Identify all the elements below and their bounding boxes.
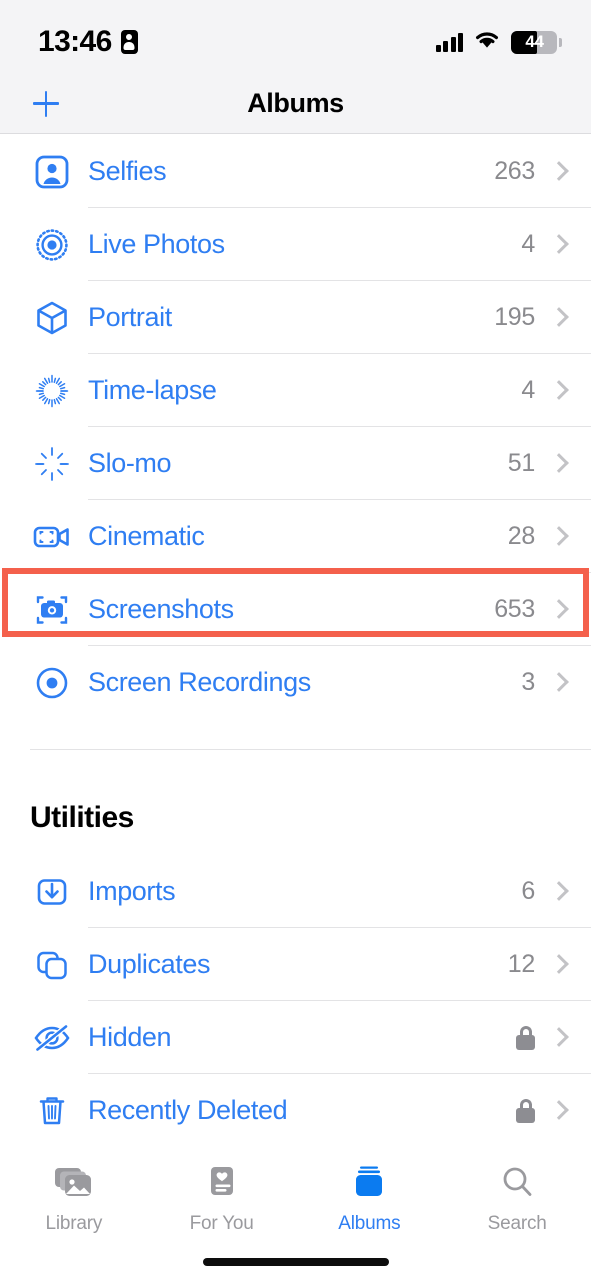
slomo-icon [30,442,74,486]
person-badge-icon [120,30,138,54]
section-header-utilities: Utilities [30,801,134,834]
person-square-icon [30,150,74,194]
chevron-right-icon [551,525,565,549]
chevron-right-icon [551,306,565,330]
list-item-label: Portrait [88,302,172,332]
chevron-right-icon [551,1099,565,1123]
add-album-button[interactable] [26,84,66,124]
section-divider [0,719,591,781]
chevron-right-icon [551,233,565,257]
list-item-slo-mo[interactable]: Slo-mo 51 [0,427,591,500]
duplicates-icon [30,943,74,987]
chevron-right-icon [551,452,565,476]
list-item-label: Screenshots [88,594,234,624]
list-item-portrait[interactable]: Portrait 195 [0,281,591,354]
battery-level: 44 [525,32,544,51]
list-item-selfies[interactable]: Selfies 263 [0,135,591,208]
list-item-label: Screen Recordings [88,667,311,697]
list-item-count: 4 [521,230,535,258]
list-item-screenshots[interactable]: Screenshots 653 [0,573,591,646]
list-item-count: 653 [494,595,535,623]
battery-icon: 44 [511,30,562,54]
list-item-count: 3 [521,668,535,696]
photos-albums-screen: 13:46 44 Albums Selfies 263 Live Photos … [0,0,591,1280]
lock-icon [516,1025,535,1050]
tab-search[interactable]: Search [443,1160,591,1235]
list-item-cinematic[interactable]: Cinematic 28 [0,500,591,573]
heart-card-icon [204,1160,240,1204]
list-item-duplicates[interactable]: Duplicates 12 [0,928,591,1001]
list-item-recently-deleted[interactable]: Recently Deleted [0,1074,591,1142]
list-item-label: Live Photos [88,229,225,259]
chevron-right-icon [551,160,565,184]
screen-record-icon [30,661,74,705]
list-item-count: 51 [507,449,536,477]
status-bar: 13:46 44 [0,0,591,74]
list-item-count: 195 [494,303,535,331]
tab-label: For You [189,1213,254,1234]
chevron-right-icon [551,1026,565,1050]
list-item-count: 28 [507,522,536,550]
lock-icon [516,1098,535,1123]
search-icon [499,1160,535,1204]
status-time: 13:46 [38,25,112,58]
list-item-label: Time-lapse [88,375,217,405]
list-item-label: Recently Deleted [88,1095,288,1125]
list-item-live-photos[interactable]: Live Photos 4 [0,208,591,281]
status-bar-right: 44 [435,29,562,55]
page-title: Albums [247,88,344,118]
list-item-label: Duplicates [88,949,211,979]
albums-list[interactable]: Selfies 263 Live Photos 4 Portrait 195 T… [0,135,591,1142]
wifi-icon [473,29,501,55]
tab-for-you[interactable]: For You [148,1160,296,1235]
chevron-right-icon [551,953,565,977]
separator [30,749,591,750]
chevron-right-icon [551,671,565,695]
tab-label: Search [487,1213,547,1234]
screenshot-camera-icon [30,588,74,632]
live-photo-icon [30,223,74,267]
list-item-label: Cinematic [88,521,205,551]
status-bar-left: 13:46 [38,25,138,59]
albums-icon [351,1160,387,1204]
list-item-count: 263 [494,157,535,185]
chevron-right-icon [551,598,565,622]
trash-icon [30,1089,74,1133]
home-indicator [202,1258,389,1266]
cinematic-video-icon [30,515,74,559]
tab-albums[interactable]: Albums [296,1160,444,1235]
list-item-count: 6 [521,877,535,905]
timelapse-icon [30,369,74,413]
list-item-imports[interactable]: Imports 6 [0,855,591,928]
chevron-right-icon [551,379,565,403]
tab-label: Library [45,1213,103,1234]
tab-library[interactable]: Library [0,1160,148,1235]
navigation-bar: Albums [0,74,591,134]
list-item-label: Slo-mo [88,448,172,478]
list-item-label: Hidden [88,1022,172,1052]
chevron-right-icon [551,880,565,904]
cube-icon [30,296,74,340]
list-item-hidden[interactable]: Hidden [0,1001,591,1074]
tab-label: Albums [338,1213,401,1234]
list-item-screen-recordings[interactable]: Screen Recordings 3 [0,646,591,719]
import-tray-icon [30,870,74,914]
list-item-count: 12 [507,950,536,978]
cellular-signal-icon [435,32,463,52]
list-item-count: 4 [521,376,535,404]
photo-stack-icon [53,1160,95,1204]
eye-slash-icon [30,1016,74,1060]
list-item-time-lapse[interactable]: Time-lapse 4 [0,354,591,427]
tab-bar: Library For You Albums Search [0,1142,591,1280]
list-item-label: Imports [88,876,176,906]
list-item-label: Selfies [88,156,167,186]
